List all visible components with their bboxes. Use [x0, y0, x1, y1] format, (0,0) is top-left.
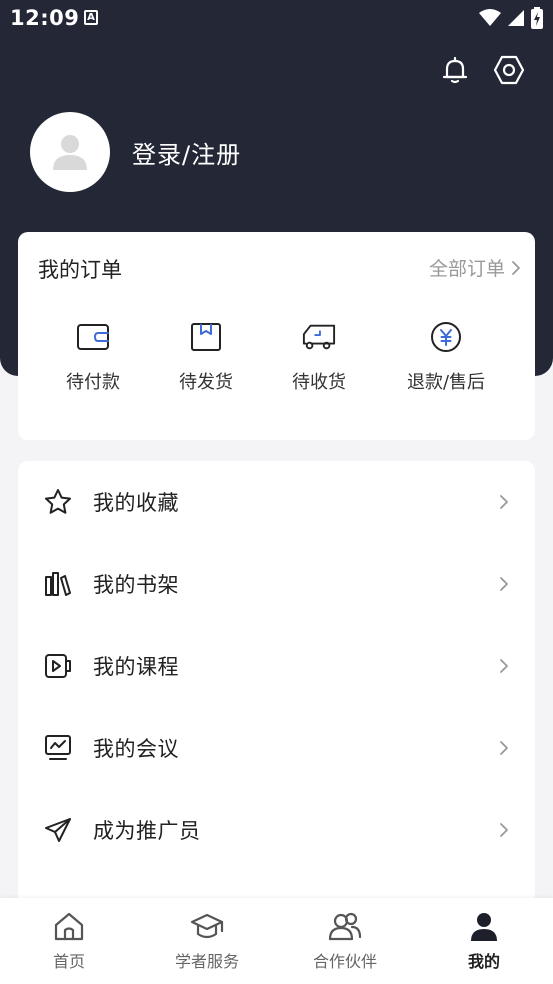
user-icon [467, 910, 501, 944]
default-avatar-icon [53, 135, 87, 170]
menu-card: 我的收藏 我的书架 我的课程 我的会议 成为推广员 [18, 461, 535, 921]
settings-button[interactable] [493, 54, 525, 86]
meeting-board-icon [44, 734, 72, 762]
tab-scholar-services[interactable]: 学者服务 [147, 910, 267, 972]
bottom-tab-bar: 首页 学者服务 合作伙伴 我的 [0, 898, 553, 984]
signal-icon [508, 10, 524, 26]
package-icon [189, 320, 223, 354]
tab-label: 首页 [52, 952, 85, 971]
orders-title: 我的订单 [38, 258, 122, 282]
notification-a-icon: A [84, 10, 98, 25]
menu-item-courses[interactable]: 我的课程 [18, 625, 535, 707]
menu-item-label: 我的会议 [93, 737, 179, 761]
tab-mine[interactable]: 我的 [424, 910, 544, 972]
tab-home[interactable]: 首页 [9, 910, 129, 972]
wallet-icon [76, 320, 110, 354]
order-item-label: 退款/售后 [406, 372, 486, 393]
bell-icon [442, 56, 468, 84]
login-register-link[interactable]: 登录/注册 [132, 135, 241, 170]
truck-icon [302, 320, 336, 354]
all-orders-label: 全部订单 [428, 258, 505, 280]
orders-card: 我的订单 全部订单 待付款 待发货 待收货 退款/售后 [18, 232, 535, 440]
tab-label: 我的 [467, 952, 500, 971]
notification-bell-button[interactable] [439, 54, 471, 86]
order-pending-receipt[interactable]: 待收货 [264, 320, 374, 394]
order-refund-aftersale[interactable]: 退款/售后 [391, 320, 501, 394]
order-item-label: 待发货 [179, 372, 233, 393]
paper-plane-icon [44, 816, 72, 844]
chevron-right-icon [500, 741, 508, 755]
status-time: 12:09 [10, 6, 80, 30]
order-item-label: 待付款 [66, 372, 120, 393]
chevron-right-icon [500, 495, 508, 509]
profile-login-area[interactable]: 登录/注册 [30, 112, 241, 192]
video-course-icon [44, 652, 72, 680]
tab-partners[interactable]: 合作伙伴 [285, 910, 405, 972]
status-bar: 12:09 A [0, 0, 553, 38]
profile-screen: 12:09 A 登录/注册 我的订单 全部订单 待付款 待发货 待收货 退款/售… [0, 0, 553, 984]
partners-icon [328, 910, 362, 944]
chevron-right-icon [500, 577, 508, 591]
top-actions [439, 54, 525, 86]
chevron-right-icon [512, 260, 520, 275]
bookshelf-icon [44, 570, 72, 598]
menu-item-become-promoter[interactable]: 成为推广员 [18, 789, 535, 871]
yen-circle-icon [429, 320, 463, 354]
star-icon [44, 488, 72, 516]
menu-item-label: 我的课程 [93, 655, 179, 679]
status-icons [479, 7, 543, 29]
tab-label: 合作伙伴 [312, 952, 377, 971]
menu-item-label: 成为推广员 [93, 819, 201, 843]
avatar[interactable] [30, 112, 110, 192]
wifi-icon [479, 9, 501, 26]
menu-item-favorites[interactable]: 我的收藏 [18, 461, 535, 543]
menu-item-bookshelf[interactable]: 我的书架 [18, 543, 535, 625]
order-pending-payment[interactable]: 待付款 [38, 320, 148, 394]
tab-label: 学者服务 [174, 952, 239, 971]
menu-item-meetings[interactable]: 我的会议 [18, 707, 535, 789]
menu-item-label: 我的收藏 [93, 491, 179, 515]
chevron-right-icon [500, 823, 508, 837]
order-item-label: 待收货 [292, 372, 346, 393]
chevron-right-icon [500, 659, 508, 673]
home-icon [52, 910, 86, 944]
battery-icon [531, 7, 543, 29]
all-orders-link[interactable]: 全部订单 [429, 254, 521, 281]
menu-item-label: 我的书架 [93, 573, 179, 597]
settings-hexagon-icon [493, 55, 525, 85]
order-pending-shipment[interactable]: 待发货 [151, 320, 261, 394]
graduation-cap-icon [190, 910, 224, 944]
